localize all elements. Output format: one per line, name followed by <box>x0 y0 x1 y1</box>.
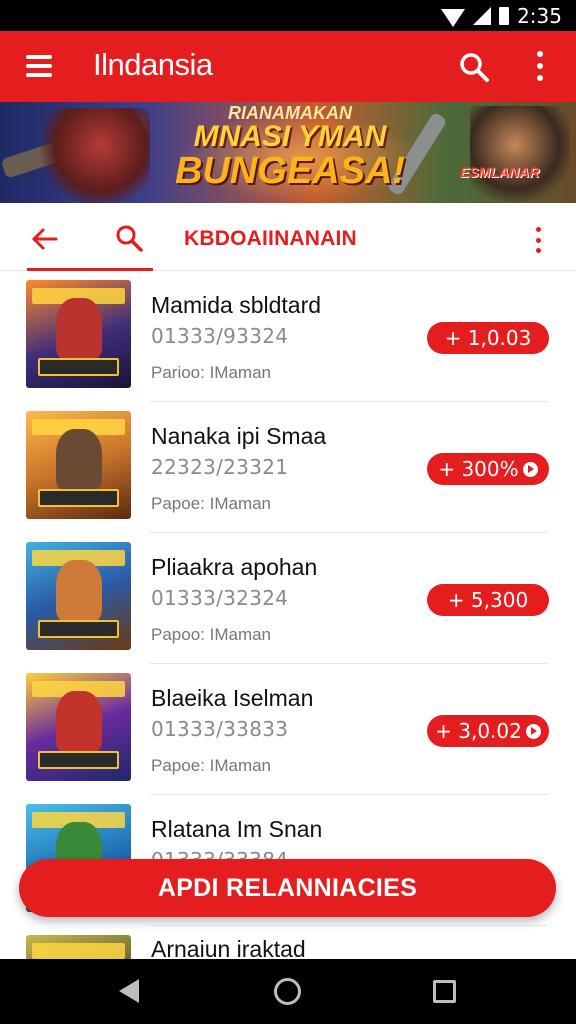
item-code: 22323/23321 <box>151 455 289 479</box>
nav-recents-icon[interactable] <box>433 980 456 1003</box>
game-list: Mamida sbldtard 01333/93324 Parioo: IMam… <box>0 271 576 959</box>
battery-icon <box>499 6 510 25</box>
game-thumbnail <box>26 542 131 650</box>
list-item[interactable]: Nanaka ipi Smaa 22323/23321 Papoe: IMama… <box>0 402 576 533</box>
banner-tag: ESMLANAR <box>460 164 540 180</box>
menu-icon[interactable] <box>26 55 52 77</box>
price-badge-button[interactable]: + 1,0.03 <box>427 322 549 354</box>
list-item[interactable]: Mamida sbldtard 01333/93324 Parioo: IMam… <box>0 271 576 402</box>
thumbnail-figure <box>56 691 102 753</box>
item-meta: Papoe: IMaman <box>151 494 272 513</box>
system-nav-bar <box>0 959 576 1024</box>
item-code: 01333/32324 <box>151 586 289 610</box>
thumbnail-figure <box>56 560 102 622</box>
play-icon <box>522 461 538 477</box>
item-meta: Parioo: IMaman <box>151 363 271 382</box>
price-badge-label: + 300% <box>438 457 519 481</box>
status-bar: 2:35 <box>0 0 576 31</box>
status-time: 2:35 <box>517 3 562 28</box>
game-thumbnail <box>26 673 131 781</box>
price-badge-button[interactable]: + 3,0.02 <box>427 715 549 747</box>
price-badge-label: + 3,0.02 <box>435 719 522 743</box>
item-title: Rlatana Im Snan <box>151 816 323 842</box>
item-code: 01333/33833 <box>151 717 289 741</box>
thumbnail-figure <box>56 429 102 491</box>
game-thumbnail <box>26 935 131 959</box>
thumbnail-label <box>32 943 125 959</box>
list-item[interactable]: Arnaiun iraktad <box>0 926 576 959</box>
item-title: Pliaakra apohan <box>151 554 318 580</box>
thumbnail-plate <box>38 620 119 638</box>
item-meta: Papoo: IMaman <box>151 625 272 644</box>
thumbnail-plate <box>38 489 119 507</box>
section-title: KBDOAIINANAIN <box>184 227 357 250</box>
thumbnail-plate <box>38 751 119 769</box>
app-bar: Ilndansia <box>0 31 576 102</box>
search-icon[interactable] <box>114 223 144 253</box>
app-title: Ilndansia <box>93 47 213 82</box>
apply-button[interactable]: APDI RELANNIACIES <box>19 859 556 917</box>
banner-hero-left <box>40 108 150 203</box>
item-title: Mamida sbldtard <box>151 292 322 318</box>
thumbnail-plate <box>38 358 119 376</box>
back-arrow-icon[interactable] <box>30 225 58 253</box>
list-item[interactable]: Blaeika Iselman 01333/33833 Papoe: IMama… <box>0 664 576 795</box>
signal-icon <box>473 6 492 25</box>
thumbnail-figure <box>56 298 102 360</box>
nav-back-icon[interactable] <box>119 979 139 1003</box>
more-vert-icon[interactable] <box>530 51 550 81</box>
item-title: Nanaka ipi Smaa <box>151 423 327 449</box>
more-vert-icon[interactable] <box>534 227 542 253</box>
nav-home-icon[interactable] <box>274 978 301 1005</box>
search-icon[interactable] <box>458 51 490 83</box>
sub-toolbar: KBDOAIINANAIN <box>0 203 576 271</box>
game-thumbnail <box>26 280 131 388</box>
list-item[interactable]: Pliaakra apohan 01333/32324 Papoo: IMama… <box>0 533 576 664</box>
price-badge-label: + 1,0.03 <box>444 326 532 350</box>
banner-line-2: MNASI YMAN <box>193 120 387 153</box>
banner-line-3: BUNGEASA! <box>174 150 406 192</box>
banner-headline: RIANAMAKAN MNASI YMAN BUNGEASA! <box>160 104 420 190</box>
play-icon <box>525 723 541 739</box>
price-badge-button[interactable]: + 300% <box>427 453 549 485</box>
item-meta: Papoe: IMaman <box>151 756 272 775</box>
item-title: Arnaiun iraktad <box>151 936 306 959</box>
banner-hero-right <box>470 106 570 203</box>
price-badge-button[interactable]: + 5,300 <box>427 584 549 616</box>
item-code: 01333/93324 <box>151 324 289 348</box>
price-badge-label: + 5,300 <box>447 588 529 612</box>
game-thumbnail <box>26 411 131 519</box>
promo-banner[interactable]: RIANAMAKAN MNASI YMAN BUNGEASA! ESMLANAR <box>0 102 576 203</box>
wifi-icon <box>441 8 466 27</box>
item-title: Blaeika Iselman <box>151 685 314 711</box>
